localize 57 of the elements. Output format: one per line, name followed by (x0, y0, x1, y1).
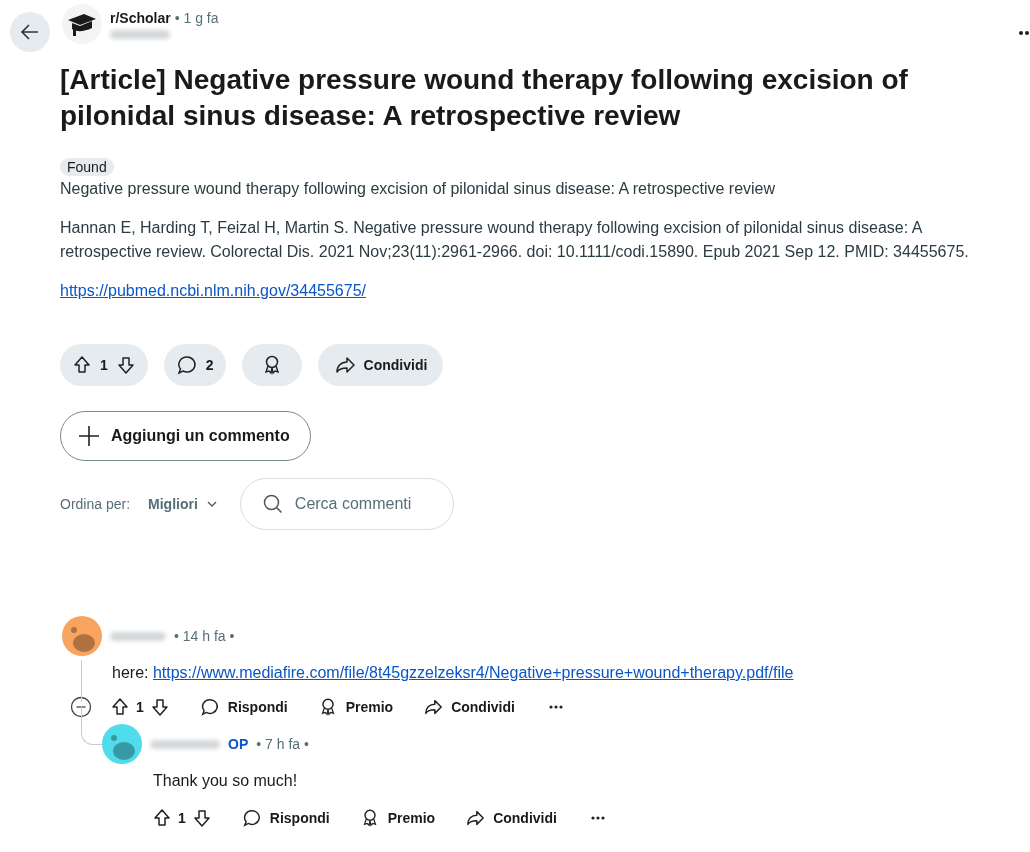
share-button[interactable]: Condividi (317, 344, 444, 386)
award-button[interactable]: Premio (317, 697, 394, 717)
add-comment-button[interactable]: Aggiungi un commento (60, 411, 311, 461)
thread-line (81, 660, 82, 702)
search-field[interactable]: Cerca commenti (239, 478, 454, 530)
more-icon[interactable] (590, 816, 605, 820)
share-arrow-icon (333, 354, 356, 376)
graduation-cap-icon (62, 4, 102, 44)
share-arrow-icon (465, 808, 486, 828)
comments-button[interactable]: 2 (163, 344, 226, 386)
upvote-icon[interactable] (110, 697, 130, 717)
back-button[interactable] (10, 12, 50, 52)
comment-time: • 7 h fa • (256, 736, 309, 752)
vote-count: 1 (136, 699, 144, 715)
more-icon[interactable] (548, 705, 563, 709)
comment-text: here: https://www.mediafire.com/file/8t45gzzelzeksr4/Negative+pressure+wound+therapy.pdf/file (112, 664, 795, 682)
more-icon[interactable] (1018, 30, 1030, 36)
mediafire-link[interactable]: https://www.mediafire.com/file/8t45gzzelzeksr4/Negative+pressure+wound+therapy.pdf/file (152, 664, 794, 682)
avatar-icon[interactable] (102, 724, 142, 764)
vote-count: 1 (178, 810, 186, 826)
flair-tag: Found (60, 158, 114, 176)
sort-dropdown[interactable]: Migliori (148, 496, 218, 512)
upvote-icon[interactable] (152, 808, 172, 828)
share-button[interactable]: Condividi (465, 808, 557, 828)
citation-text: Hannan E, Harding T, Feizal H, Martin S. Negative pressure wound therapy following excision of pilonidal sinus disease: A retrospective review. Colorectal Dis. 2021 Nov;23(11):2961-2966. doi: 10.1111/codi.15890. Epub 2021 Sep 12. PMID: 34455675. (60, 218, 970, 262)
avatar-icon[interactable] (62, 616, 102, 656)
plus-icon (77, 424, 101, 448)
reply-button[interactable]: Rispondi (241, 808, 330, 828)
downvote-icon[interactable] (115, 355, 136, 375)
speech-bubble-icon (241, 808, 262, 828)
post-subtitle: Negative pressure wound therapy following excision of pilonidal sinus disease: A retrospective review (60, 180, 777, 198)
collapse-icon[interactable] (70, 696, 92, 718)
comment-text: Thank you so much! (153, 772, 299, 790)
post-time: • 1 g fa (174, 10, 219, 26)
upvote-icon[interactable] (72, 355, 92, 375)
downvote-icon[interactable] (191, 808, 212, 828)
blurred-username (150, 739, 220, 749)
chevron-down-icon (205, 500, 218, 508)
speech-bubble-icon (175, 354, 198, 376)
search-icon (261, 493, 284, 515)
comment-time: • 14 h fa • (174, 628, 235, 644)
pubmed-link[interactable]: https://pubmed.ncbi.nlm.nih.gov/34455675/ (60, 282, 366, 300)
share-button[interactable]: Condividi (423, 697, 515, 717)
reply-button[interactable]: Rispondi (199, 697, 288, 717)
vote-count: 1 (100, 357, 108, 373)
thread-line (81, 706, 102, 745)
blurred-username (110, 631, 166, 641)
post-title: [Article] Negative pressure wound therapy following excision of pilonidal sinus disease: A retrospective review (60, 63, 909, 133)
downvote-icon[interactable] (149, 697, 170, 717)
sort-label: Ordina per: (60, 496, 131, 512)
share-arrow-icon (423, 697, 444, 717)
award-button[interactable] (241, 344, 302, 386)
award-button[interactable]: Premio (359, 808, 436, 828)
speech-bubble-icon (199, 697, 220, 717)
op-tag: OP (228, 736, 249, 752)
blurred-username (110, 30, 170, 39)
subreddit-name[interactable]: r/Scholar (110, 10, 171, 26)
